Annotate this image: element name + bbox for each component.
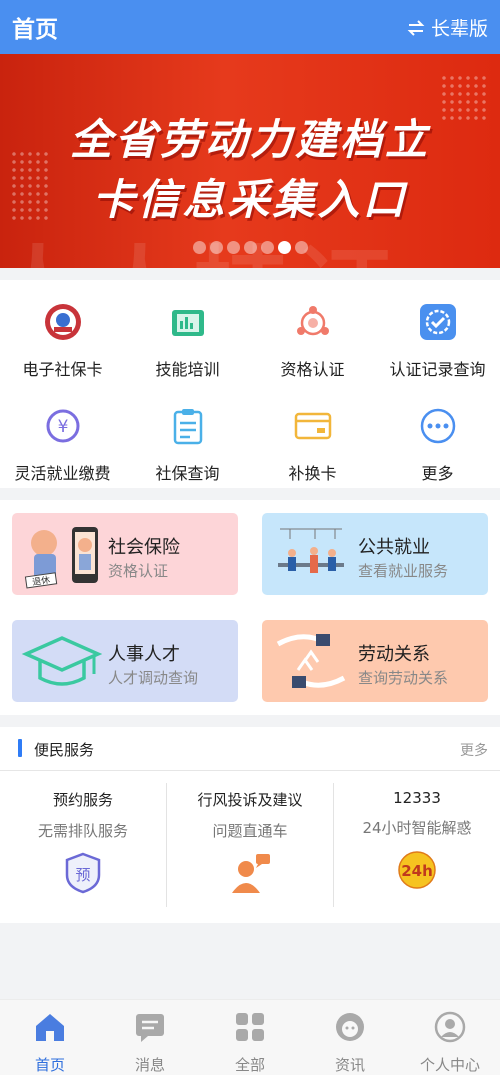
24h-icon: 24h	[398, 851, 436, 889]
quick-item-label: 补换卡	[288, 464, 337, 483]
graduation-cap-icon	[21, 636, 102, 686]
card-title: 劳动关系	[358, 644, 430, 665]
reservation-icon-text: 预	[75, 866, 90, 884]
card-public-employment[interactable]: 公共就业 查看就业服务	[262, 513, 488, 595]
section-accent-bar	[18, 739, 22, 757]
quick-item-label: 认证记录查询	[389, 360, 486, 379]
quick-item-label: 更多	[421, 464, 454, 483]
tab-profile[interactable]: 个人中心	[400, 1010, 500, 1075]
elderly-couple-illustration: 退休	[24, 527, 98, 589]
service-title: 预约服务	[52, 791, 113, 809]
card-subtitle: 资格认证	[108, 562, 169, 580]
promo-banner[interactable]: 人人持证 全省劳动力建档立 卡信息采集入口	[0, 54, 500, 268]
message-icon	[136, 1014, 164, 1042]
convenience-services: 便民服务 更多 预约服务 无需排队服务 预 行风投诉及建议 问题直通车 1233…	[0, 727, 500, 923]
skill-training-icon	[166, 300, 210, 344]
page-title: 首页	[12, 17, 58, 43]
quick-item-more[interactable]: 更多	[375, 404, 500, 484]
quick-item-qualification[interactable]: 资格认证	[250, 300, 375, 380]
pager-dot[interactable]	[192, 241, 206, 254]
elder-mode-button[interactable]: 长辈版	[407, 14, 488, 41]
banner-headline-1: 全省劳动力建档立	[69, 115, 430, 164]
service-subtitle: 24小时智能解惑	[362, 819, 472, 837]
home-icon	[36, 1014, 64, 1041]
quick-item-flexible-payment[interactable]: ¥ 灵活就业缴费	[0, 404, 125, 484]
grid-icon	[236, 1013, 264, 1041]
card-subtitle: 查询劳动关系	[358, 669, 449, 687]
quick-item-label: 资格认证	[280, 360, 345, 379]
top-header: 首页 长辈版	[0, 0, 500, 54]
quick-item-label: 技能培训	[155, 360, 220, 379]
card-labor-relations[interactable]: 劳动关系 查询劳动关系	[262, 620, 488, 702]
tab-label: 全部	[234, 1056, 265, 1074]
card-title: 社会保险	[108, 537, 180, 558]
reservation-icon: 预	[65, 852, 101, 894]
tab-messages[interactable]: 消息	[100, 1010, 200, 1075]
pager-dot[interactable]	[294, 241, 308, 254]
services-header: 便民服务 更多	[0, 727, 500, 771]
service-title: 12333	[393, 789, 441, 807]
bottom-tab-bar: 首页 消息 全部 资讯 个人中心	[0, 999, 500, 1075]
pager-dot[interactable]	[277, 241, 291, 254]
card-personnel-talent[interactable]: 人事人才 人才调动查询	[12, 620, 238, 702]
news-icon	[336, 1013, 364, 1041]
tab-news[interactable]: 资讯	[300, 1010, 400, 1075]
quick-item-e-card[interactable]: 电子社保卡	[0, 300, 125, 380]
services-more-link[interactable]: 更多	[460, 740, 488, 760]
handshake-icon	[276, 634, 346, 688]
tab-label: 消息	[134, 1056, 165, 1074]
qualification-icon	[291, 300, 335, 344]
clipboard-icon	[166, 404, 210, 448]
service-reservation[interactable]: 预约服务 无需排队服务 预	[0, 783, 166, 907]
tab-home[interactable]: 首页	[0, 1010, 100, 1075]
service-subtitle: 问题直通车	[212, 822, 288, 840]
office-workers-illustration	[278, 528, 344, 573]
switch-arrows-icon	[407, 19, 425, 36]
banner-headline-2: 卡信息采集入口	[92, 175, 408, 224]
quick-item-record-check[interactable]: 认证记录查询	[375, 300, 500, 380]
services-title: 便民服务	[34, 741, 95, 759]
card-title: 公共就业	[358, 537, 430, 558]
pager-dot[interactable]	[226, 241, 240, 254]
tab-label: 资讯	[334, 1056, 365, 1074]
pager-dot[interactable]	[243, 241, 257, 254]
service-complaint[interactable]: 行风投诉及建议 问题直通车	[167, 783, 333, 907]
24h-icon-text: 24h	[401, 862, 433, 880]
card-title: 人事人才	[108, 644, 180, 665]
service-subtitle: 无需排队服务	[37, 822, 128, 840]
person-chat-icon	[232, 854, 270, 893]
service-hotline[interactable]: 12333 24小时智能解惑 24h	[334, 783, 500, 907]
social-security-card-icon	[41, 300, 85, 344]
card-subtitle: 人才调动查询	[108, 669, 199, 687]
card-social-insurance[interactable]: 退休 社会保险 资格认证	[12, 513, 238, 595]
tab-all[interactable]: 全部	[200, 1010, 300, 1075]
card-icon	[291, 404, 335, 448]
yuan-payment-icon: ¥	[41, 404, 85, 448]
quick-services-grid: 电子社保卡 技能培训 资格认证 认证记录查询 ¥ 灵活就业缴费 社保查询 补换卡…	[0, 280, 500, 488]
quick-item-label: 社保查询	[155, 464, 220, 483]
svg-text:¥: ¥	[57, 417, 68, 437]
tab-label: 首页	[34, 1056, 65, 1074]
quick-item-label: 灵活就业缴费	[14, 464, 111, 483]
more-icon	[416, 404, 460, 448]
quick-item-card-replace[interactable]: 补换卡	[250, 404, 375, 484]
record-check-icon	[416, 300, 460, 344]
pager-dot[interactable]	[209, 241, 223, 254]
tab-label: 个人中心	[419, 1056, 480, 1074]
feature-cards: 退休 社会保险 资格认证 公共就业 查看就业服务 人事人才 人才调动查询 劳动关…	[0, 500, 500, 715]
service-title: 行风投诉及建议	[197, 791, 303, 809]
elder-mode-label: 长辈版	[430, 18, 488, 40]
profile-icon	[434, 1011, 466, 1043]
pager-dot[interactable]	[260, 241, 274, 254]
quick-item-skill-training[interactable]: 技能培训	[125, 300, 250, 380]
banner-pager[interactable]	[0, 241, 500, 254]
quick-item-ss-query[interactable]: 社保查询	[125, 404, 250, 484]
quick-item-label: 电子社保卡	[22, 360, 103, 379]
card-subtitle: 查看就业服务	[358, 562, 449, 580]
